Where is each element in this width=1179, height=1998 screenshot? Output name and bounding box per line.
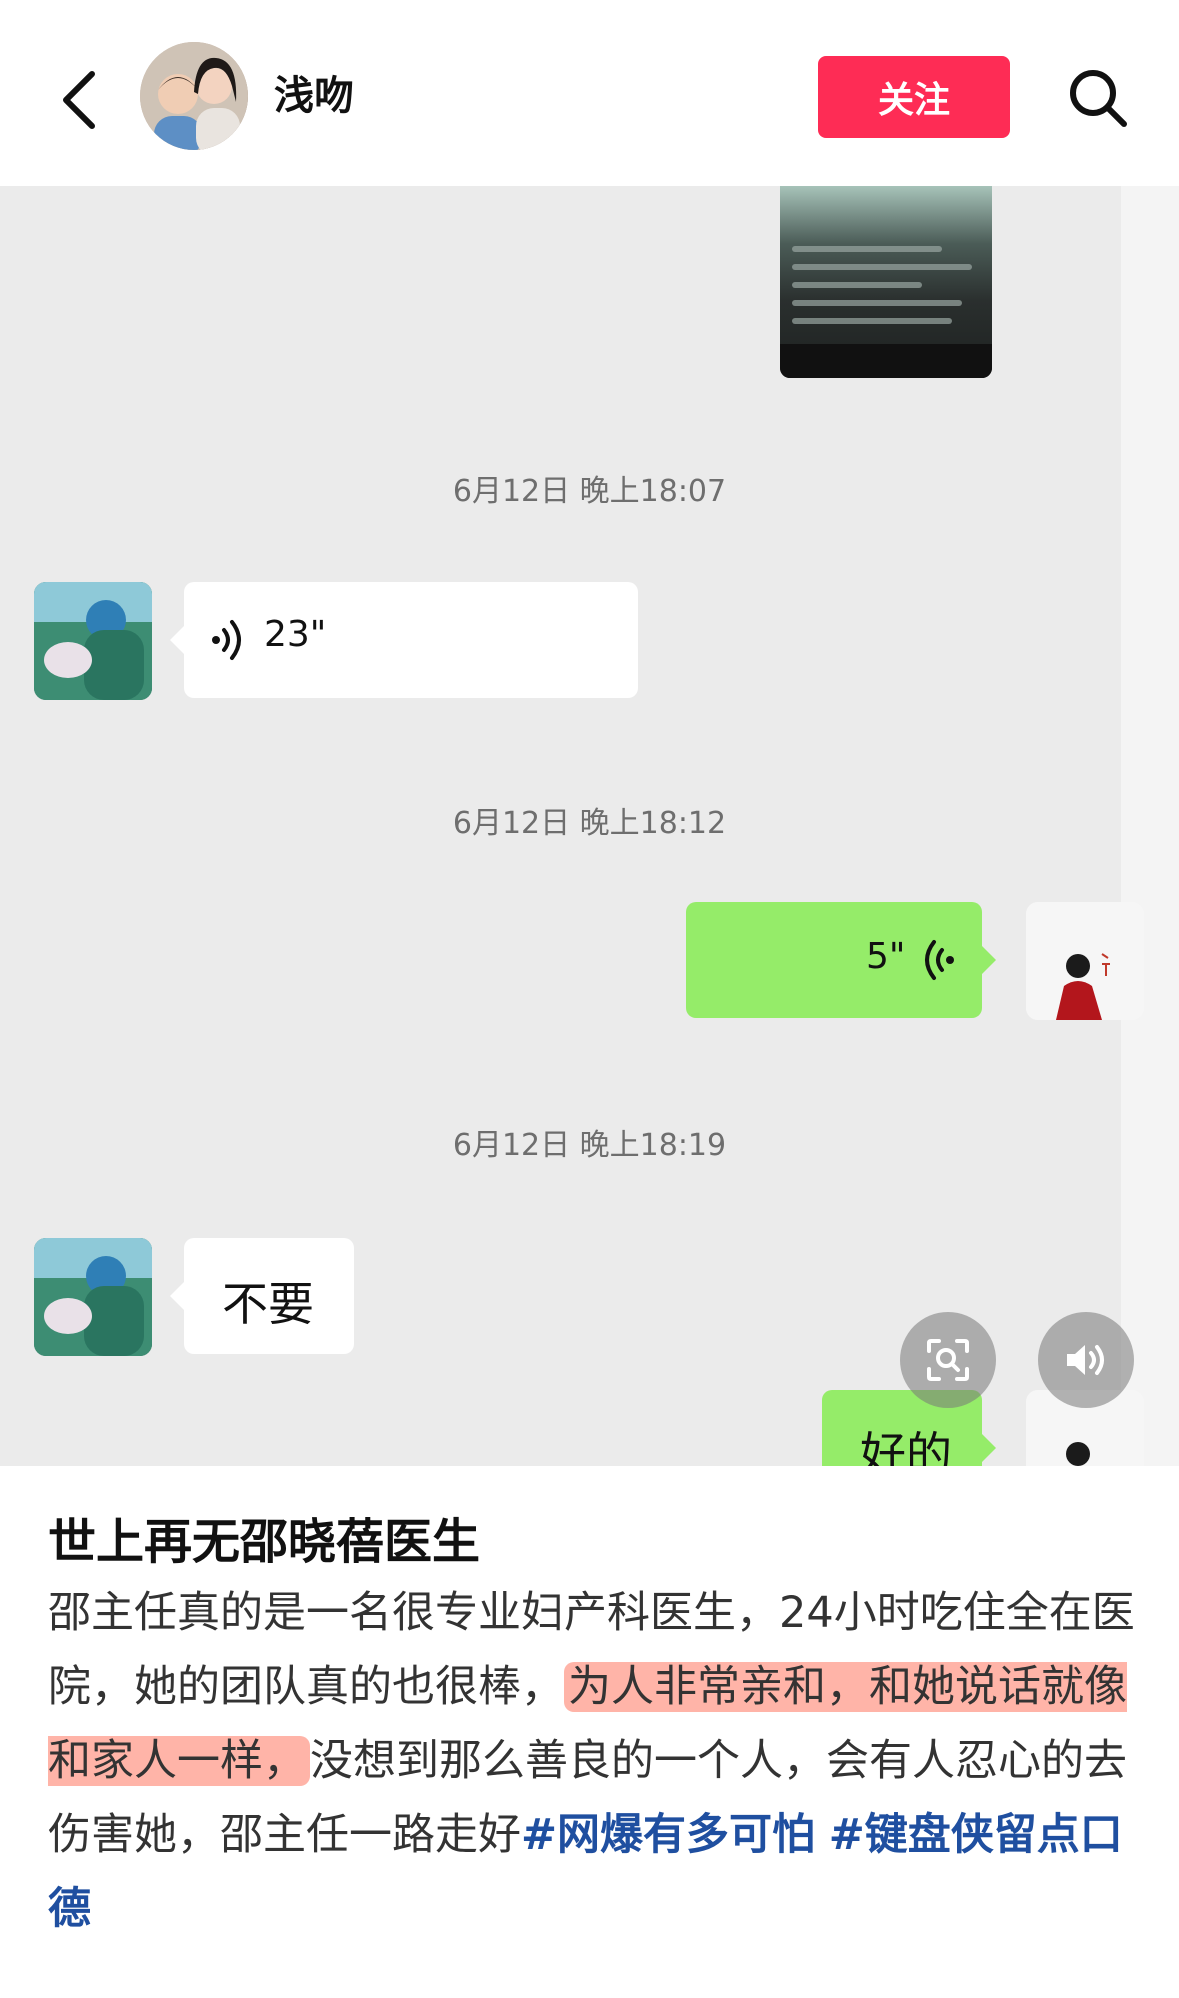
search-icon <box>1070 70 1127 127</box>
voice-message-bubble[interactable]: 5" <box>686 902 996 1018</box>
chat-timestamp: 6月12日 晚上18:19 <box>452 1128 727 1163</box>
hashtag-link[interactable]: #网爆有多可怕 <box>521 1810 815 1860</box>
video-thumbnail[interactable] <box>780 186 992 378</box>
message-text: 不要 <box>222 1277 314 1331</box>
top-bar: 浅吻 关注 <box>0 0 1179 186</box>
thumbnail-line <box>792 282 922 288</box>
post-body: 邵主任真的是一名很专业妇产科医生，24小时吃住全在医院，她的团队真的也很棒，为人… <box>48 1576 1138 1946</box>
voice-message-bubble[interactable]: 23" <box>170 582 638 698</box>
voice-duration: 23" <box>264 614 327 655</box>
post-caption: 世上再无邵晓蓓医生 邵主任真的是一名很专业妇产科医生，24小时吃住全在医院，她的… <box>0 1466 1179 1998</box>
volume-icon <box>1067 1345 1104 1375</box>
peer-avatar-photo <box>34 1238 152 1356</box>
thumbnail-line <box>792 300 962 306</box>
avatar-photo <box>140 42 248 150</box>
voice-wave-icon <box>212 620 241 660</box>
user-avatar[interactable] <box>140 42 248 150</box>
image-search-icon <box>927 1339 969 1381</box>
back-chevron-icon <box>63 71 95 129</box>
voice-duration: 5" <box>866 936 906 977</box>
chat-timestamp: 6月12日 晚上18:12 <box>452 806 727 841</box>
chat-screenshot: 6月12日 晚上18:07 23" 6月12日 晚上18:12 5" 6月12日… <box>0 186 1179 1466</box>
search-button[interactable] <box>1060 60 1136 136</box>
follow-button[interactable]: 关注 <box>818 56 1010 138</box>
self-avatar[interactable] <box>1026 902 1144 1020</box>
thumbnail-line <box>792 318 952 324</box>
thumbnail-line <box>792 264 972 270</box>
post-title: 世上再无邵晓蓓医生 <box>48 1514 481 1570</box>
thumbnail-toolbar <box>780 344 992 378</box>
peer-avatar[interactable] <box>34 582 152 700</box>
chat-timestamp: 6月12日 晚上18:07 <box>452 474 727 509</box>
back-button[interactable] <box>48 60 108 140</box>
text-message-bubble[interactable]: 不要 <box>170 1238 354 1354</box>
thumbnail-line <box>792 246 942 252</box>
peer-avatar-photo <box>34 582 152 700</box>
message-text: 好的 <box>860 1427 952 1466</box>
image-search-button[interactable] <box>900 1312 996 1408</box>
volume-button[interactable] <box>1038 1312 1134 1408</box>
peer-avatar[interactable] <box>34 1238 152 1356</box>
self-avatar-photo <box>1026 902 1144 1020</box>
user-name[interactable]: 浅吻 <box>274 68 354 124</box>
voice-wave-icon <box>925 940 954 980</box>
